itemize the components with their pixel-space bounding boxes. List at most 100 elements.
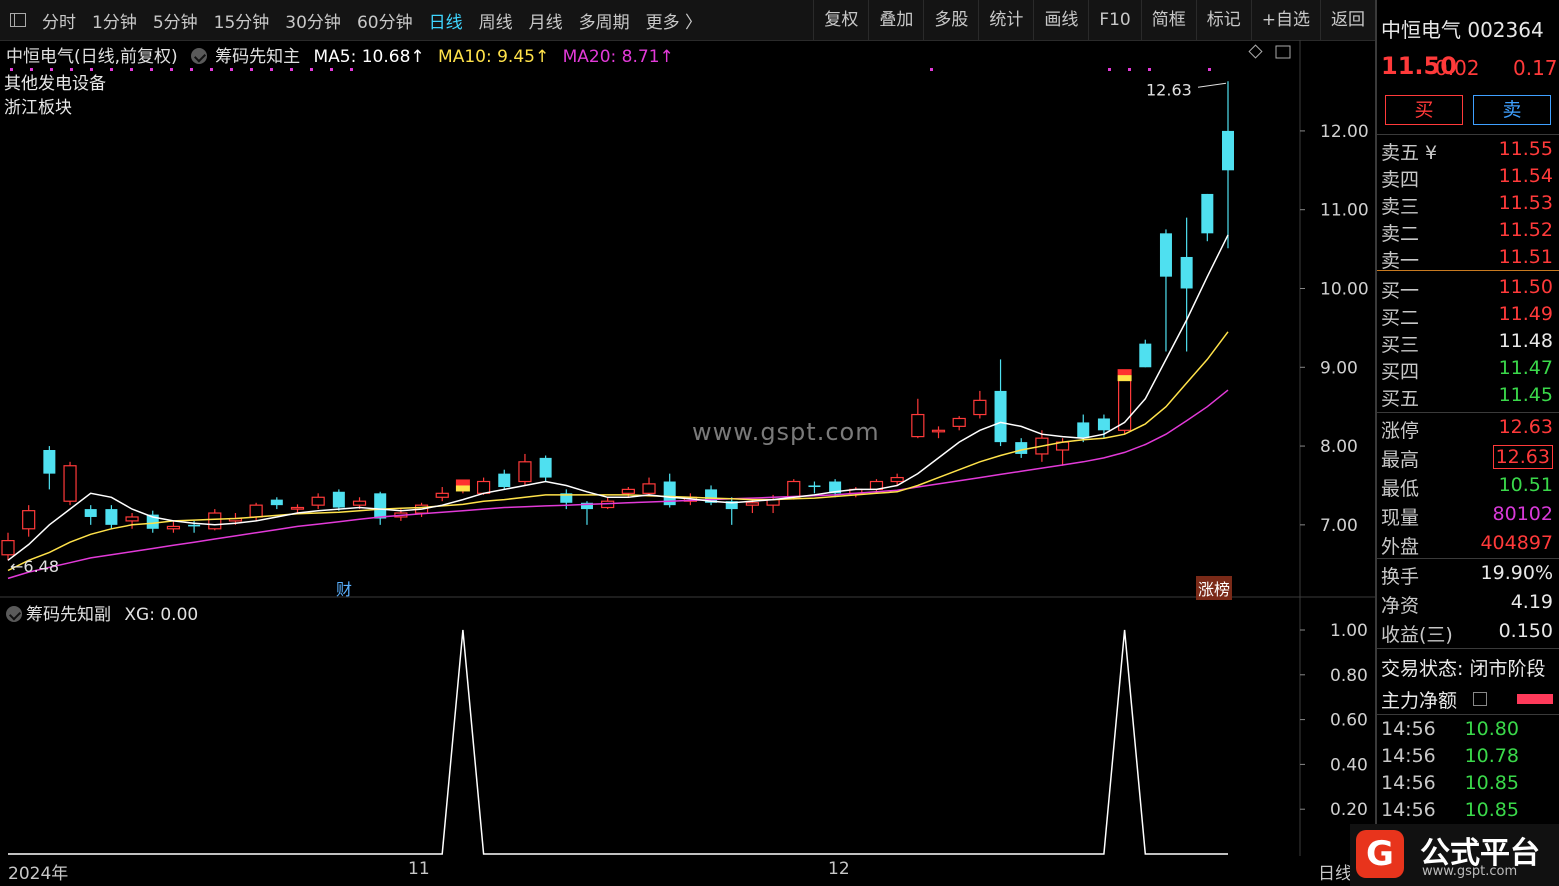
signal-dot	[230, 68, 233, 71]
stat-row-value: 10.51	[1498, 474, 1553, 496]
low-price-label: ←6.48	[10, 557, 59, 576]
finance-marker[interactable]: 财	[336, 576, 352, 600]
candle-body-down	[1077, 422, 1090, 439]
ma20-line	[7, 389, 1229, 580]
tab-period[interactable]: 1分钟	[84, 8, 145, 33]
candle-body-up	[973, 399, 987, 416]
chart-tool-tabs: 复权 叠加 多股 统计 画线 F10 简框 标记 +自选 返回	[813, 0, 1375, 40]
sell-button[interactable]: 卖	[1473, 95, 1551, 125]
zhangbang-marker[interactable]: 涨榜	[1196, 576, 1233, 600]
tool-tab[interactable]: F10	[1088, 0, 1140, 40]
indicator-check-icon[interactable]	[191, 48, 208, 64]
sub-indicator-name[interactable]: 筹码先知副	[26, 605, 111, 625]
stat-row-value: 80102	[1492, 503, 1553, 525]
tick-time: 14:56	[1381, 799, 1436, 821]
xg-indicator-chart[interactable]: 1.00 0.80 0.60 0.40 0.20	[0, 598, 1375, 856]
tick-time: 14:56	[1381, 745, 1436, 767]
tab-period[interactable]: 5分钟	[145, 8, 206, 33]
tick-time: 14:56	[1381, 718, 1436, 740]
signal-dot	[170, 68, 173, 71]
candle-body-up	[352, 500, 367, 506]
tool-tab[interactable]: 叠加	[868, 0, 923, 40]
bid-row: 买二 11.49	[1381, 303, 1553, 329]
candle-body-down	[84, 509, 97, 517]
tab-period[interactable]: 多周期	[571, 8, 638, 33]
sub-legend: 筹码先知副 XG: 0.00	[6, 600, 198, 625]
price-change-pct: 0.17	[1513, 56, 1558, 80]
sector-tag[interactable]: 浙江板块	[4, 96, 106, 120]
candle-body-down	[43, 450, 56, 474]
indicator-check-icon[interactable]	[6, 606, 22, 622]
candle-body-down	[188, 524, 201, 527]
candle-body-up	[787, 480, 801, 498]
stat-row-label: 现量	[1381, 507, 1420, 529]
bid-row-value: 11.47	[1498, 357, 1553, 379]
high-arrow	[1197, 82, 1227, 88]
ask-row: 卖三 11.53	[1381, 192, 1553, 218]
tab-period[interactable]: 分时	[34, 8, 84, 33]
tab-period[interactable]: 60分钟	[349, 8, 421, 33]
buy-button[interactable]: 买	[1385, 95, 1463, 125]
high-price-label: 12.63	[1146, 80, 1192, 99]
date-year: 2024年	[8, 864, 69, 884]
ask-row-value: 11.52	[1498, 219, 1553, 241]
tab-period[interactable]: 日线	[421, 8, 471, 33]
y-tick-label: 11.00	[1320, 201, 1369, 221]
trade-status-text: 交易状态: 闭市阶段	[1381, 658, 1546, 680]
tab-period[interactable]: 更多 〉	[638, 8, 710, 33]
tab-period[interactable]: 月线	[521, 8, 571, 33]
indicator-name[interactable]: 筹码先知主	[215, 47, 300, 67]
stat-row: 外盘 404897	[1381, 532, 1553, 558]
tool-tab[interactable]: 简框	[1140, 0, 1196, 40]
tool-tab[interactable]: 复权	[813, 0, 868, 40]
tool-tab[interactable]: 统计	[978, 0, 1033, 40]
stat-row-value: 12.63	[1498, 416, 1553, 438]
tab-period[interactable]: 15分钟	[206, 8, 278, 33]
bid-row: 买五 11.45	[1381, 384, 1553, 410]
tool-tab[interactable]: 画线	[1033, 0, 1088, 40]
candle-body-down	[498, 473, 511, 488]
signal-dot	[110, 68, 113, 71]
bid-row: 买四 11.47	[1381, 357, 1553, 383]
main-net-label: 主力净额	[1381, 690, 1458, 712]
bid-row-label: 买三	[1381, 334, 1420, 356]
y-tick-label: 9.00	[1320, 358, 1358, 378]
y-tick-label: 10.00	[1320, 279, 1369, 299]
chart-title: 中恒电气(日线,前复权)	[6, 47, 178, 67]
tab-period[interactable]: 30分钟	[277, 8, 349, 33]
fin-row: 净资 4.19	[1381, 591, 1553, 617]
ma10-label: MA10: 9.45↑	[438, 47, 550, 67]
tick-row: 14:56 10.85	[1381, 772, 1553, 798]
ask-row-label: 卖四	[1381, 169, 1420, 191]
kline-chart[interactable]: 12.00 11.00 10.00 9.00 8.00 7.00 12.63 ←6.48	[0, 40, 1375, 598]
main-net-bar	[1517, 694, 1553, 704]
fin-row-value: 19.90%	[1480, 562, 1553, 584]
tool-tab[interactable]: +自选	[1250, 0, 1320, 40]
tick-price: 10.85	[1464, 799, 1519, 821]
tick-time: 14:56	[1381, 772, 1436, 794]
list-icon[interactable]	[1473, 692, 1487, 706]
logo-mark: G	[1356, 830, 1404, 878]
stat-row-label: 最低	[1381, 478, 1420, 500]
tick-row: 14:56 10.80	[1381, 718, 1553, 744]
tab-period[interactable]: 周线	[471, 8, 521, 33]
window-icon[interactable]	[1275, 45, 1291, 59]
main-legend: 中恒电气(日线,前复权) 筹码先知主 MA5: 10.68↑ MA10: 9.4…	[6, 42, 682, 67]
signal-dot	[10, 68, 13, 71]
signal-dot	[290, 68, 293, 71]
signal-dot	[1128, 68, 1131, 71]
sidebar-toggle-icon[interactable]	[10, 13, 26, 27]
tool-tab[interactable]: 返回	[1320, 0, 1375, 40]
signal-dot	[90, 68, 93, 71]
sector-tag[interactable]: 其他发电设备	[4, 72, 106, 96]
tick-price: 10.78	[1464, 745, 1519, 767]
bid-row-value: 11.49	[1498, 303, 1553, 325]
diamond-icon[interactable]	[1248, 44, 1263, 59]
bid-row-value: 11.48	[1498, 330, 1553, 352]
stat-row: 最高 12.63	[1381, 445, 1553, 471]
candle-body-down	[374, 493, 387, 519]
ma5-label: MA5: 10.68↑	[313, 47, 425, 67]
tool-tab[interactable]: 标记	[1195, 0, 1251, 40]
tool-tab[interactable]: 多股	[923, 0, 978, 40]
signal-dot	[310, 68, 313, 71]
